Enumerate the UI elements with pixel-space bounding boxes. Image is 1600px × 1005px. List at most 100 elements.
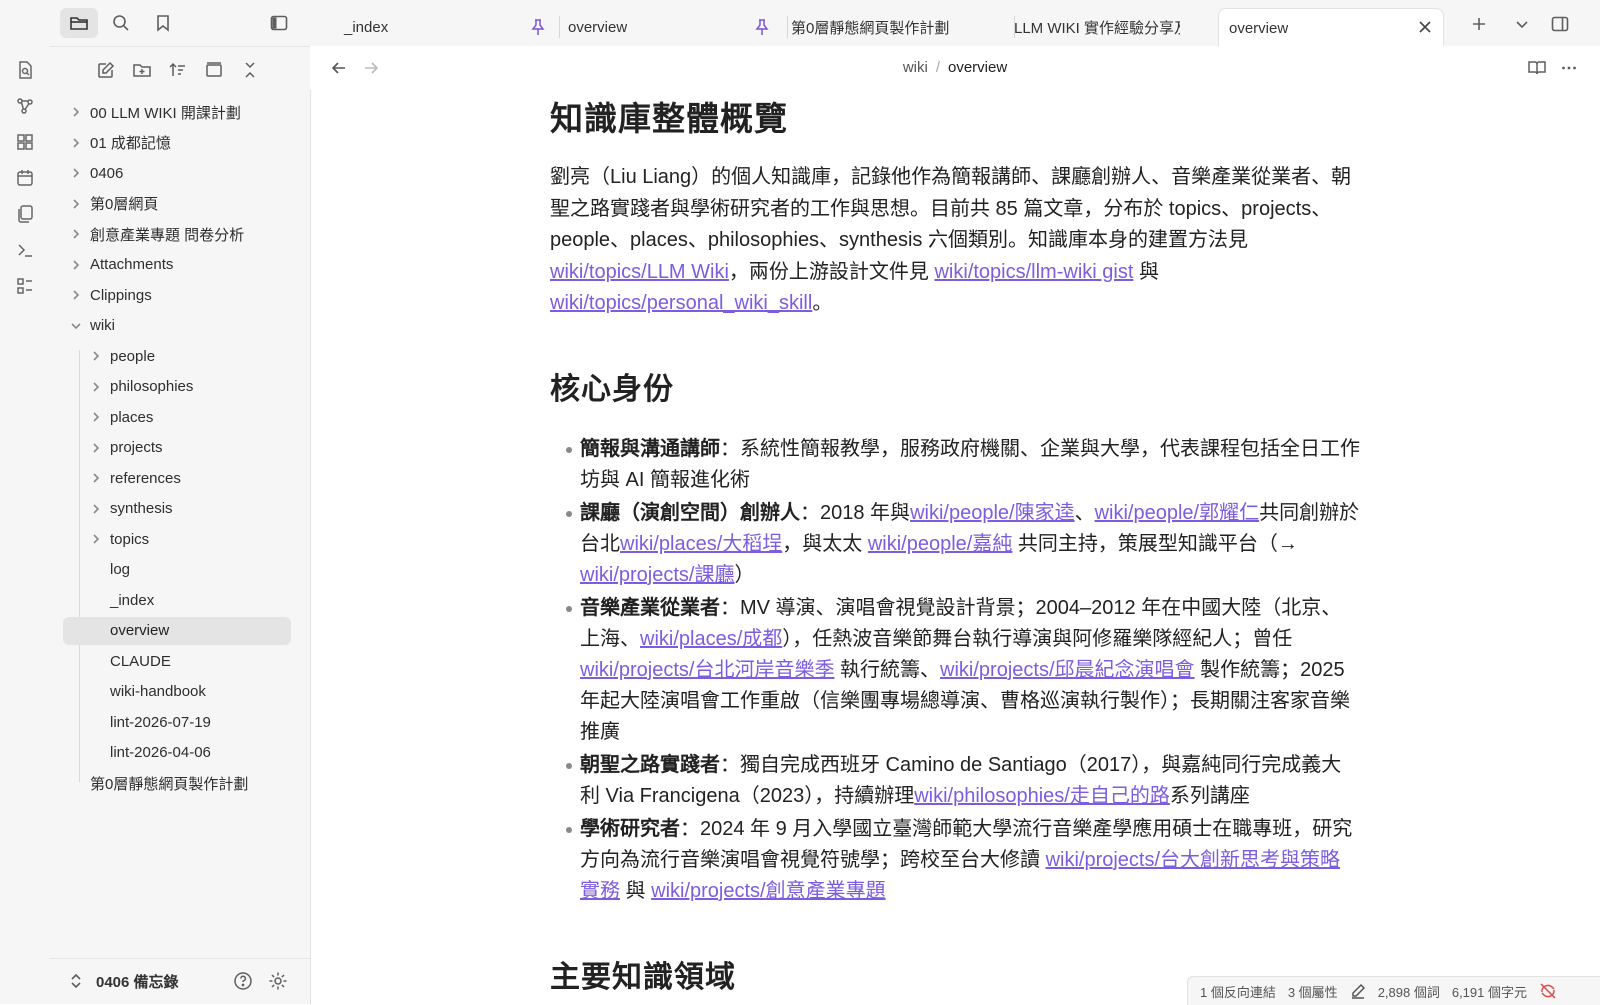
tree-folder[interactable]: synthesis (50, 495, 300, 523)
internal-link[interactable]: wiki/people/郭耀仁 (1095, 502, 1260, 524)
internal-link[interactable]: wiki/people/嘉純 (868, 533, 1013, 555)
heading-overview: 知識庫整體概覽 (550, 100, 788, 137)
tree-file[interactable]: overview (63, 616, 291, 645)
sync-error-icon[interactable] (1539, 982, 1557, 1000)
tree-item-label: lint-2026-07-19 (110, 713, 211, 731)
internal-link[interactable]: wiki/people/陳家逵 (910, 502, 1075, 524)
tab[interactable]: _index (334, 8, 556, 46)
text-run: 與 (620, 880, 652, 902)
command-palette-icon[interactable] (14, 275, 36, 297)
pin-icon[interactable] (530, 18, 546, 36)
text-run: 系列講座 (1169, 785, 1250, 807)
tree-item-label: lint-2026-04-06 (110, 744, 211, 761)
tree-folder[interactable]: 00 LLM WIKI 開課計劃 (50, 98, 300, 126)
search-icon[interactable] (106, 8, 136, 38)
properties-count[interactable]: 3 個屬性 (1288, 982, 1338, 1001)
close-tab-icon[interactable] (1417, 19, 1433, 35)
tree-folder[interactable]: references (50, 464, 300, 492)
internal-link[interactable]: wiki/places/大稻埕 (620, 533, 782, 555)
tree-folder[interactable]: 01 成都記憶 (50, 129, 300, 157)
internal-link[interactable]: wiki/topics/llm-wiki gist (934, 261, 1133, 283)
tree-folder[interactable]: wiki (50, 312, 300, 340)
internal-link[interactable]: wiki/projects/課廳 (580, 564, 734, 586)
help-icon[interactable] (230, 968, 256, 994)
heading-knowledge-domains: 主要知識領域 (550, 961, 736, 994)
tree-file[interactable]: 第0層靜態網頁製作計劃 (50, 769, 300, 797)
tree-file[interactable]: _index (50, 586, 300, 614)
new-tab-icon[interactable] (1465, 10, 1493, 38)
internal-link[interactable]: wiki/philosophies/走自己的路 (914, 785, 1170, 807)
vault-name[interactable]: 0406 備忘錄 (96, 971, 179, 992)
tree-folder[interactable]: 第0層網頁 (50, 190, 300, 218)
internal-link[interactable]: wiki/topics/personal_wiki_skill (550, 292, 812, 314)
file-explorer-sidebar: 00 LLM WIKI 開課計劃 01 成都記憶 0406 第0層網頁創意產業專題 問… (50, 0, 311, 1004)
edit-mode-icon[interactable] (1350, 983, 1366, 999)
tree-file[interactable]: CLAUDE (50, 647, 300, 675)
sidebar-header (50, 0, 310, 47)
bookmark-icon[interactable] (148, 8, 178, 38)
tree-folder[interactable]: people (50, 342, 300, 370)
toggle-right-sidebar-icon[interactable] (1546, 10, 1574, 38)
tree-folder[interactable]: Clippings (50, 281, 300, 309)
tree-item-label: projects (110, 439, 163, 456)
pin-icon[interactable] (754, 18, 770, 36)
graph-icon[interactable] (14, 95, 36, 117)
templates-icon[interactable] (14, 203, 36, 225)
tree-folder[interactable]: places (50, 403, 300, 431)
tab[interactable]: overview (558, 8, 780, 46)
internal-link[interactable]: wiki/projects/創意產業專題 (651, 880, 885, 902)
tab[interactable]: 第0層靜態網頁製作計劃 (781, 8, 1003, 46)
tree-file[interactable]: lint-2026-07-19 (50, 708, 300, 736)
internal-link[interactable]: wiki/projects/邱晨紀念演唱會 (940, 659, 1194, 681)
bullet-dot (566, 606, 572, 612)
tree-item-label: synthesis (110, 500, 173, 517)
tab[interactable]: LLM WIKI 實作經驗分享及工... (1004, 8, 1210, 46)
tree-file[interactable]: wiki-handbook (50, 678, 300, 706)
calendar-icon[interactable] (14, 167, 36, 189)
chevron-right-icon (68, 196, 84, 212)
new-folder-icon[interactable] (128, 56, 156, 84)
tree-folder[interactable]: projects (50, 434, 300, 462)
sort-icon[interactable] (164, 56, 192, 84)
breadcrumb-parent[interactable]: wiki (903, 59, 928, 76)
tree-folder[interactable]: 創意產業專題 問卷分析 (50, 220, 300, 248)
chevron-updown-icon[interactable] (64, 969, 88, 993)
folder-icon[interactable] (60, 8, 98, 38)
tree-folder[interactable]: 0406 (50, 159, 300, 187)
view-header: wiki / overview (310, 46, 1600, 90)
internal-link[interactable]: wiki/projects/台北河岸音樂季 (580, 659, 834, 681)
bold-term: 學術研究者 (580, 818, 680, 840)
terminal-icon[interactable] (14, 239, 36, 261)
tree-file[interactable]: log (50, 556, 300, 584)
chevron-right-icon (68, 135, 84, 151)
tree-folder[interactable]: topics (50, 525, 300, 553)
more-options-icon[interactable] (1556, 55, 1582, 81)
tab-list-chevron-icon[interactable] (1508, 10, 1536, 38)
reading-view-icon[interactable] (1524, 55, 1550, 81)
chevron-right-icon (68, 165, 84, 181)
tab-label: overview (1229, 19, 1289, 37)
settings-gear-icon[interactable] (265, 968, 291, 994)
tree-folder[interactable]: Attachments (50, 251, 300, 279)
tree-folder[interactable]: philosophies (50, 373, 300, 401)
collapse-sidebar-icon[interactable] (264, 8, 294, 38)
breadcrumb-current[interactable]: overview (948, 59, 1007, 76)
new-note-icon[interactable] (92, 56, 120, 84)
tab[interactable]: overview (1218, 8, 1444, 47)
tree-item-label: 第0層網頁 (90, 196, 159, 213)
text-run: 劉亮（Liu Liang）的個人知識庫，記錄他作為簡報講師、課廳創辦人、音樂產業… (550, 166, 1352, 251)
tree-item-label: log (110, 561, 131, 578)
canvas-icon[interactable] (14, 131, 36, 153)
list-item-text: 課廳（演創空間）創辦人：2018 年與wiki/people/陳家逵、wiki/… (580, 498, 1360, 591)
collapse-all-icon[interactable] (236, 56, 264, 84)
list-item-text: 音樂產業從業者：MV 導演、演唱會視覺設計背景；2004–2012 年在中國大陸… (580, 593, 1360, 748)
backlinks-count[interactable]: 1 個反向連結 (1200, 982, 1276, 1001)
tab-label: 第0層靜態網頁製作計劃 (791, 19, 950, 37)
internal-link[interactable]: wiki/places/成都 (640, 628, 782, 650)
tree-file[interactable]: lint-2026-04-06 (50, 739, 300, 767)
auto-reveal-icon[interactable] (200, 56, 228, 84)
switcher-icon[interactable] (14, 59, 36, 81)
internal-link[interactable]: wiki/topics/LLM Wiki (550, 261, 729, 283)
